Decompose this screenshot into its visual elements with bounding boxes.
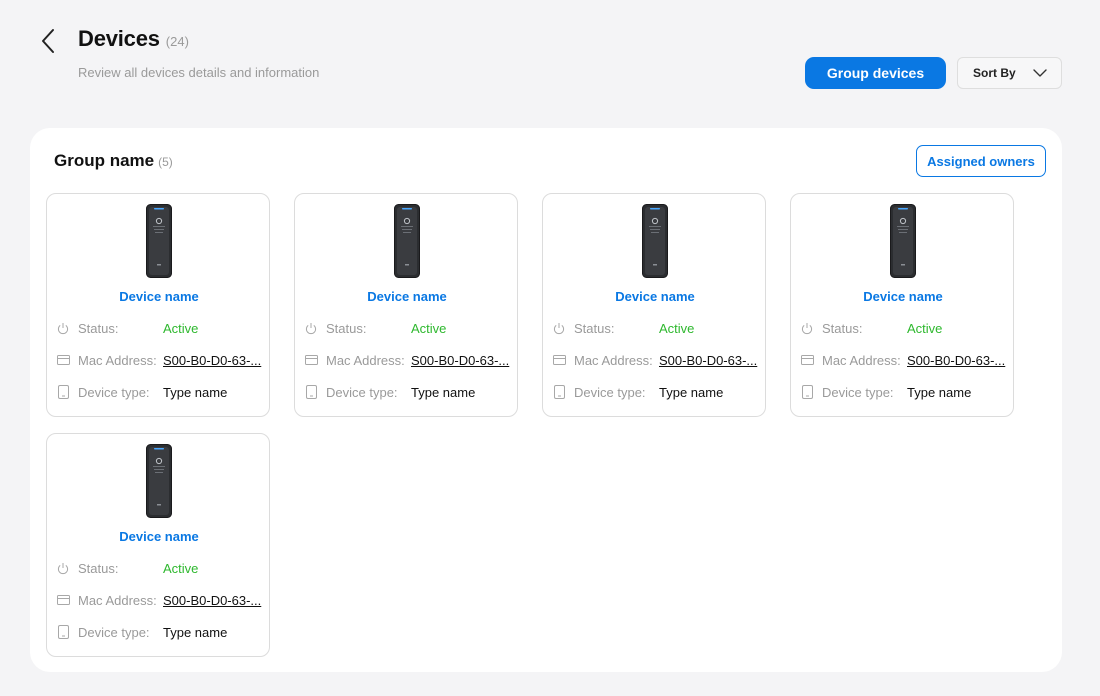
card-icon bbox=[552, 355, 566, 365]
group-devices-button[interactable]: Group devices bbox=[805, 57, 946, 89]
device-image bbox=[146, 204, 172, 278]
device-image bbox=[642, 204, 668, 278]
status-value: Active bbox=[907, 320, 943, 336]
power-icon bbox=[57, 322, 69, 334]
status-value: Active bbox=[163, 320, 199, 336]
device-type-row: Device type: Type name bbox=[304, 383, 475, 401]
device-type-value: Type name bbox=[163, 384, 228, 400]
device-type-value: Type name bbox=[907, 384, 972, 400]
power-icon bbox=[801, 322, 813, 334]
device-image bbox=[146, 444, 172, 518]
device-image bbox=[394, 204, 420, 278]
card-icon bbox=[800, 355, 814, 365]
mac-row: Mac Address: S00-B0-D0-63-... bbox=[800, 351, 1005, 369]
status-value: Active bbox=[163, 560, 199, 576]
mac-value[interactable]: S00-B0-D0-63-... bbox=[659, 353, 757, 368]
status-value: Active bbox=[659, 320, 695, 336]
mac-row: Mac Address: S00-B0-D0-63-... bbox=[304, 351, 509, 369]
device-type-label: Device type: bbox=[326, 384, 398, 400]
device-name[interactable]: Device name bbox=[295, 289, 519, 304]
device-name[interactable]: Device name bbox=[543, 289, 767, 304]
card-icon bbox=[304, 355, 318, 365]
power-icon bbox=[553, 322, 565, 334]
device-count: (24) bbox=[165, 34, 189, 49]
mac-value[interactable]: S00-B0-D0-63-... bbox=[907, 353, 1005, 368]
device-card[interactable]: Device name Status: Active Mac Address: … bbox=[790, 193, 1014, 417]
status-label: Status: bbox=[326, 320, 367, 336]
device-icon bbox=[553, 385, 565, 399]
chevron-left-icon bbox=[42, 29, 54, 53]
status-row: Status: Active bbox=[800, 319, 942, 337]
device-type-row: Device type: Type name bbox=[56, 383, 227, 401]
mac-value[interactable]: S00-B0-D0-63-... bbox=[163, 353, 261, 368]
group-title-row: Group name (5) bbox=[54, 151, 173, 171]
device-type-value: Type name bbox=[163, 624, 228, 640]
device-type-label: Device type: bbox=[822, 384, 894, 400]
sort-by-dropdown[interactable]: Sort By bbox=[957, 57, 1062, 89]
device-card[interactable]: Device name Status: Active Mac Address: … bbox=[542, 193, 766, 417]
device-card[interactable]: Device name Status: Active Mac Address: … bbox=[46, 433, 270, 657]
device-name[interactable]: Device name bbox=[47, 529, 271, 544]
mac-row: Mac Address: S00-B0-D0-63-... bbox=[552, 351, 757, 369]
device-type-row: Device type: Type name bbox=[552, 383, 723, 401]
status-row: Status: Active bbox=[56, 559, 198, 577]
device-icon bbox=[305, 385, 317, 399]
page-title: Devices bbox=[78, 26, 160, 51]
assigned-owners-button[interactable]: Assigned owners bbox=[916, 145, 1046, 177]
group-count: (5) bbox=[158, 155, 173, 169]
title-row: Devices (24) bbox=[78, 26, 189, 52]
device-type-label: Device type: bbox=[78, 624, 150, 640]
power-icon bbox=[57, 562, 69, 574]
mac-value[interactable]: S00-B0-D0-63-... bbox=[411, 353, 509, 368]
mac-label: Mac Address: bbox=[78, 592, 157, 608]
mac-value[interactable]: S00-B0-D0-63-... bbox=[163, 593, 261, 608]
device-name[interactable]: Device name bbox=[791, 289, 1015, 304]
group-title: Group name bbox=[54, 151, 155, 170]
mac-label: Mac Address: bbox=[822, 352, 901, 368]
device-type-value: Type name bbox=[659, 384, 724, 400]
chevron-down-icon bbox=[1033, 69, 1047, 77]
device-type-label: Device type: bbox=[78, 384, 150, 400]
mac-row: Mac Address: S00-B0-D0-63-... bbox=[56, 591, 261, 609]
mac-label: Mac Address: bbox=[326, 352, 405, 368]
device-type-row: Device type: Type name bbox=[800, 383, 971, 401]
page-header: Devices (24) Review all devices details … bbox=[0, 0, 1100, 120]
status-row: Status: Active bbox=[304, 319, 446, 337]
device-type-value: Type name bbox=[411, 384, 476, 400]
page-subtitle: Review all devices details and informati… bbox=[78, 65, 320, 80]
device-icon bbox=[57, 385, 69, 399]
status-label: Status: bbox=[574, 320, 615, 336]
group-panel: Group name (5) Assigned owners Device na… bbox=[30, 128, 1062, 672]
device-card[interactable]: Device name Status: Active Mac Address: … bbox=[294, 193, 518, 417]
power-icon bbox=[305, 322, 317, 334]
mac-label: Mac Address: bbox=[78, 352, 157, 368]
status-row: Status: Active bbox=[552, 319, 694, 337]
card-icon bbox=[56, 355, 70, 365]
device-type-row: Device type: Type name bbox=[56, 623, 227, 641]
status-label: Status: bbox=[78, 560, 119, 576]
mac-row: Mac Address: S00-B0-D0-63-... bbox=[56, 351, 261, 369]
device-icon bbox=[801, 385, 813, 399]
status-row: Status: Active bbox=[56, 319, 198, 337]
status-value: Active bbox=[411, 320, 447, 336]
status-label: Status: bbox=[78, 320, 119, 336]
status-label: Status: bbox=[822, 320, 863, 336]
device-name[interactable]: Device name bbox=[47, 289, 271, 304]
device-type-label: Device type: bbox=[574, 384, 646, 400]
mac-label: Mac Address: bbox=[574, 352, 653, 368]
card-icon bbox=[56, 595, 70, 605]
sort-by-label: Sort By bbox=[973, 66, 1016, 80]
back-button[interactable] bbox=[34, 26, 62, 56]
device-icon bbox=[57, 625, 69, 639]
device-image bbox=[890, 204, 916, 278]
device-card[interactable]: Device name Status: Active Mac Address: … bbox=[46, 193, 270, 417]
